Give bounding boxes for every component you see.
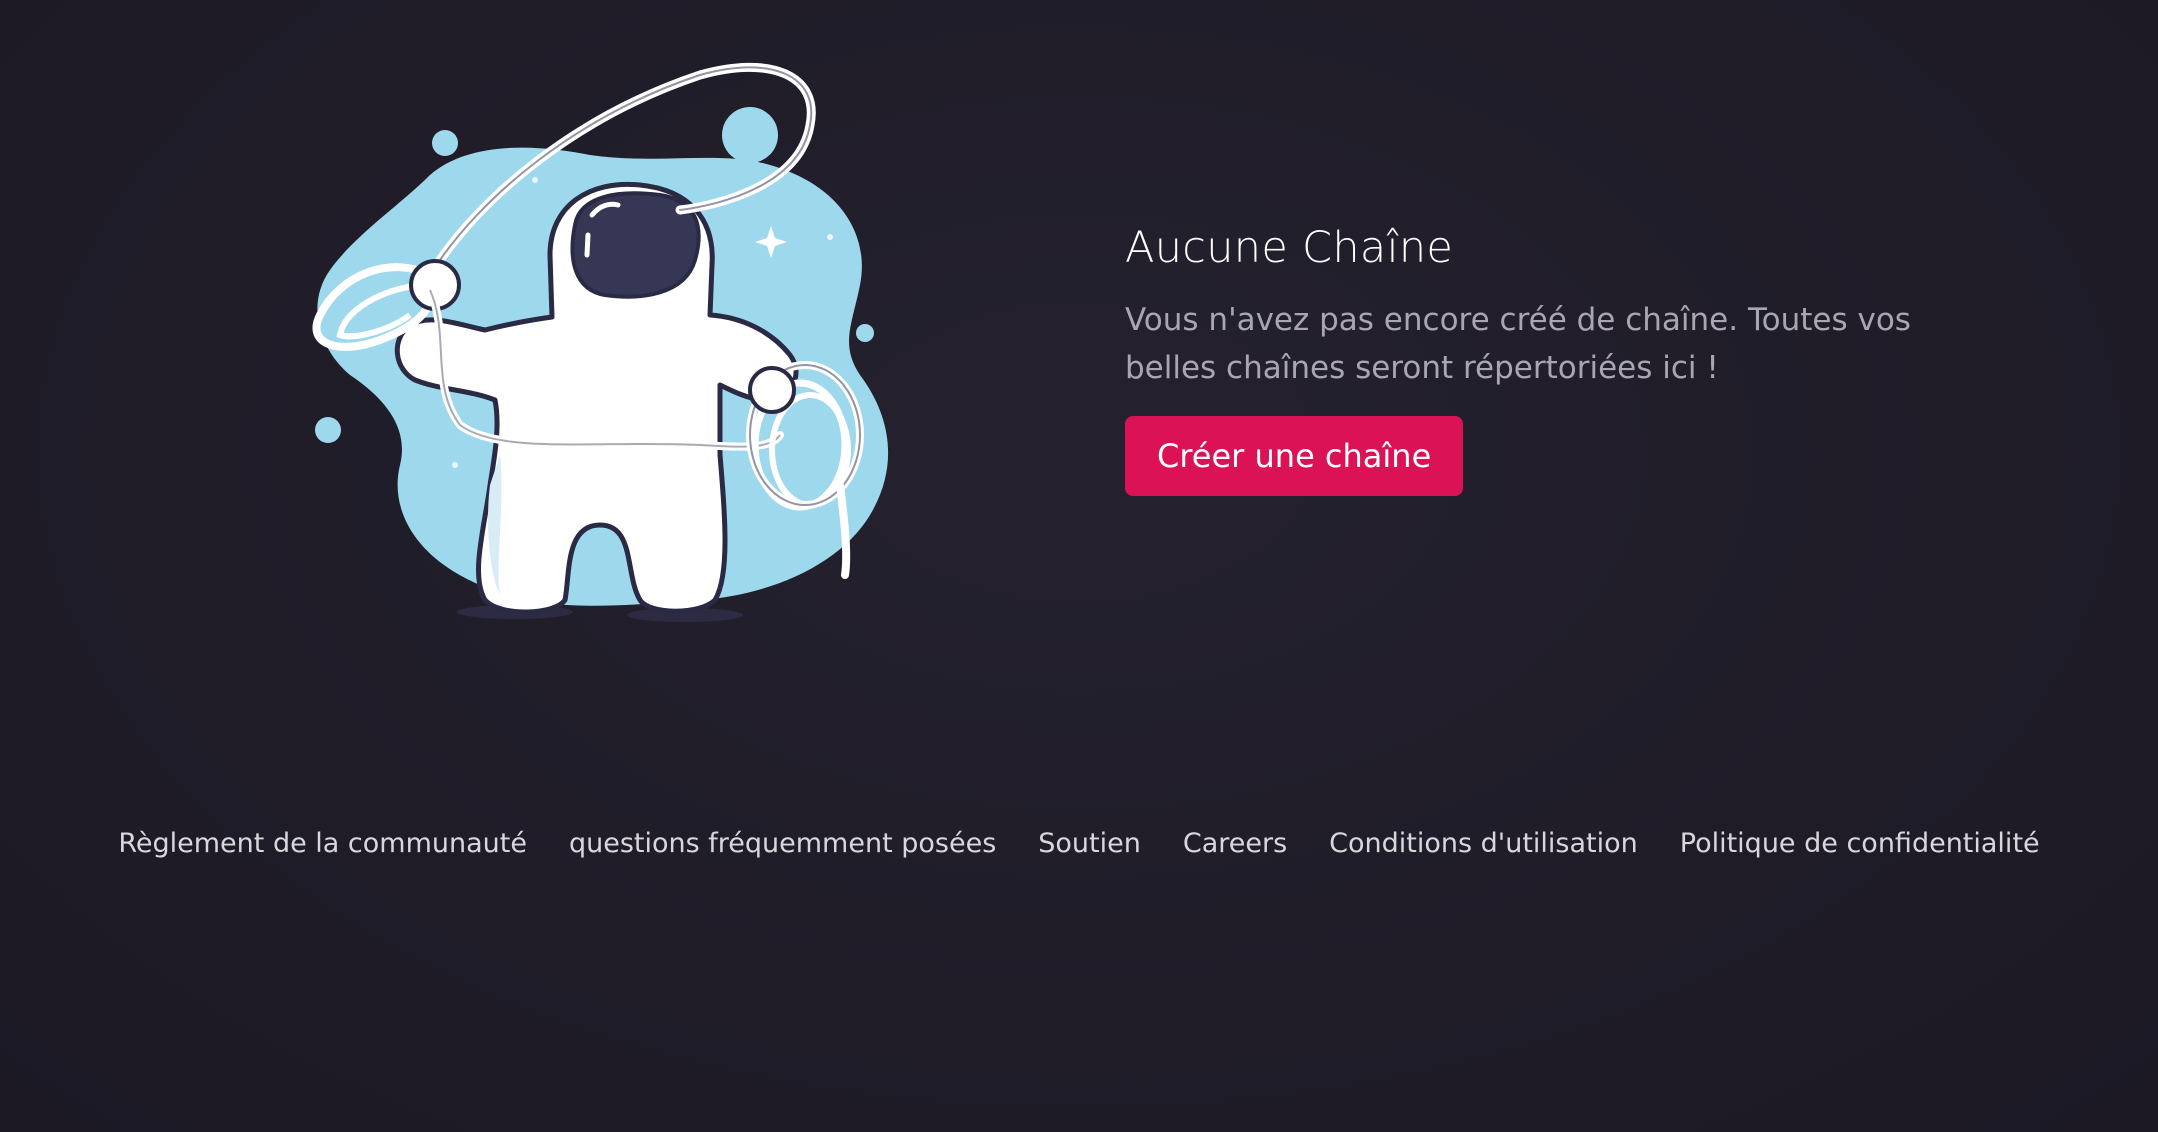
- empty-state-description: Vous n'avez pas encore créé de chaîne. T…: [1125, 302, 1911, 386]
- rope-end: [836, 481, 851, 579]
- floating-dot: [856, 324, 874, 342]
- astronaut-lasso-illustration: [300, 55, 920, 635]
- footer-link-faq[interactable]: questions fréquemment posées: [569, 820, 996, 868]
- empty-state-title: Aucune Chaîne: [1125, 223, 1454, 273]
- star-dot: [827, 234, 833, 240]
- visor-highlight: [584, 232, 591, 258]
- astronaut-right-hand: [748, 366, 796, 414]
- create-channel-button[interactable]: Créer une chaîne: [1125, 416, 1464, 496]
- empty-channels-page: Aucune Chaîne Vous n'avez pas encore cré…: [0, 0, 2158, 1132]
- footer-link-terms[interactable]: Conditions d'utilisation: [1329, 820, 1638, 868]
- star-dot: [452, 462, 458, 468]
- astronaut-illustration-svg: [312, 62, 889, 622]
- footer-link-careers[interactable]: Careers: [1183, 820, 1287, 868]
- footer-link-community-rules[interactable]: Règlement de la communauté: [118, 820, 527, 868]
- floating-dot: [722, 107, 778, 163]
- star-dot: [532, 177, 538, 183]
- floating-dot: [432, 130, 458, 156]
- floating-dot: [315, 417, 341, 443]
- empty-state-panel: Aucune Chaîne Vous n'avez pas encore cré…: [1125, 218, 1945, 496]
- footer-link-support[interactable]: Soutien: [1038, 820, 1141, 868]
- footer-links: Règlement de la communauté questions fré…: [0, 820, 2158, 868]
- footer-link-privacy[interactable]: Politique de confidentialité: [1680, 820, 2040, 868]
